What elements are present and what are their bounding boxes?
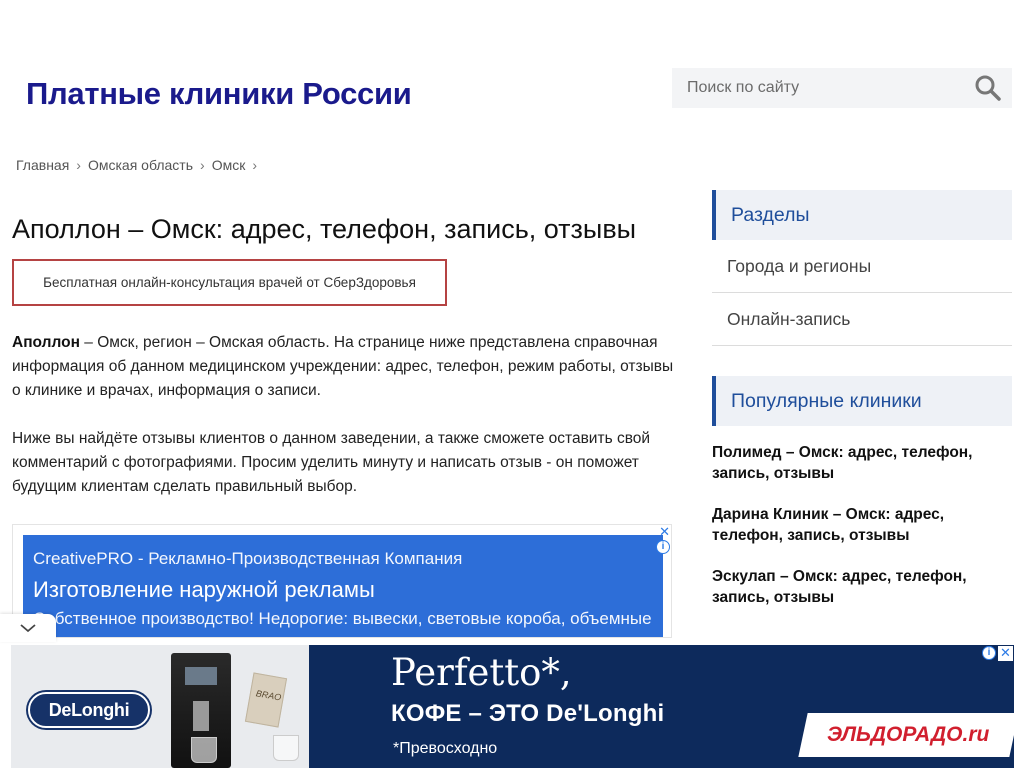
coffee-cup-image xyxy=(191,737,217,763)
site-title[interactable]: Платные клиники России xyxy=(26,76,412,112)
popular-clinics-list: Полимед – Омск: адрес, телефон, запись, … xyxy=(712,442,1012,608)
clinic-link[interactable]: Эскулап – Омск: адрес, телефон, запись, … xyxy=(712,566,982,608)
clinic-link[interactable]: Дарина Клиник – Омск: адрес, телефон, за… xyxy=(712,504,982,546)
breadcrumb-home[interactable]: Главная xyxy=(16,157,69,173)
breadcrumb: Главная › Омская область › Омск › xyxy=(16,157,264,173)
ad-close-icon[interactable]: ✕ xyxy=(659,525,670,538)
bottom-banner-ad[interactable]: DeLonghi BRAO Perfetto*, КОФЕ – ЭТО De'L… xyxy=(11,645,1014,768)
banner-subline: КОФЕ – ЭТО De'Longhi xyxy=(391,700,665,727)
inline-ad-link[interactable]: CreativePRO - Рекламно-Производственная … xyxy=(23,535,663,637)
popular-clinics-heading: Популярные клиники xyxy=(712,376,1012,426)
page-title: Аполлон – Омск: адрес, телефон, запись, … xyxy=(12,214,637,244)
breadcrumb-city[interactable]: Омск xyxy=(212,157,246,173)
collapse-banner-button[interactable] xyxy=(0,614,56,642)
search-input[interactable] xyxy=(672,68,962,108)
inline-ad: CreativePRO - Рекламно-Производственная … xyxy=(12,524,672,638)
banner-slogan: *Превосходно xyxy=(393,740,498,757)
sidebar-item-online-booking[interactable]: Онлайн-запись xyxy=(712,293,1012,346)
eldorado-logo: ЭЛЬДОРАДО.ru xyxy=(798,713,1014,757)
reviews-note: Ниже вы найдёте отзывы клиентов о данном… xyxy=(12,430,651,495)
delonghi-logo: DeLonghi xyxy=(28,692,150,728)
intro-text: – Омск, регион – Омская область. На стра… xyxy=(12,334,674,399)
intro-paragraph: Аполлон – Омск, регион – Омская область.… xyxy=(12,331,677,403)
coffee-cup-image xyxy=(273,735,299,761)
sidebar: Разделы Города и регионы Онлайн-запись П… xyxy=(712,190,1012,628)
breadcrumb-separator: › xyxy=(200,157,205,173)
sections-heading: Разделы xyxy=(712,190,1012,240)
search-icon[interactable] xyxy=(974,74,1002,102)
banner-close-icon[interactable]: ✕ xyxy=(998,646,1013,661)
breadcrumb-separator: › xyxy=(76,157,81,173)
ad-headline: Изготовление наружной рекламы xyxy=(33,577,375,602)
banner-headline: Perfetto*, xyxy=(391,651,572,694)
coffee-bag-image: BRAO xyxy=(244,672,288,728)
banner-product-area: DeLonghi BRAO xyxy=(11,645,309,768)
banner-info-icon[interactable]: i xyxy=(982,646,996,660)
breadcrumb-separator: › xyxy=(252,157,257,173)
search-box xyxy=(672,68,1012,108)
chevron-down-icon xyxy=(20,624,36,633)
clinic-name: Аполлон xyxy=(12,334,80,351)
breadcrumb-region[interactable]: Омская область xyxy=(88,157,193,173)
ad-info-icon[interactable]: i xyxy=(656,540,670,554)
ad-description: Собственное производство! Недорогие: выв… xyxy=(33,609,652,637)
ad-company: CreativePRO - Рекламно-Производственная … xyxy=(33,549,463,568)
sidebar-item-cities[interactable]: Города и регионы xyxy=(712,240,1012,293)
consultation-button[interactable]: Бесплатная онлайн-консультация врачей от… xyxy=(12,259,447,306)
clinic-link[interactable]: Полимед – Омск: адрес, телефон, запись, … xyxy=(712,442,982,484)
